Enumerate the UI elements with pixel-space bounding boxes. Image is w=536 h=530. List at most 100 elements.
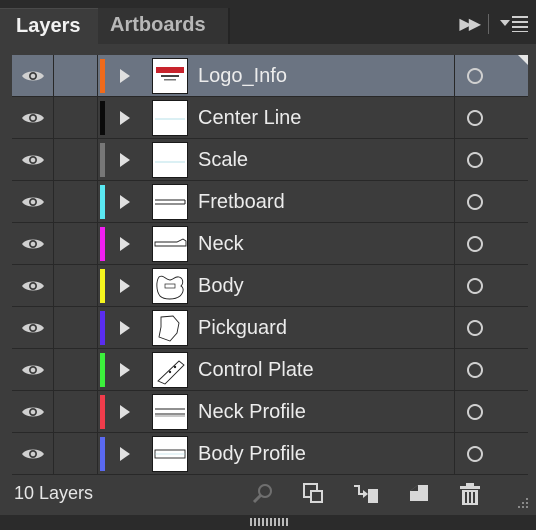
layer-color-swatch bbox=[100, 185, 105, 219]
visibility-toggle[interactable] bbox=[12, 55, 54, 96]
eye-icon[interactable] bbox=[21, 153, 45, 167]
tab-artboards[interactable]: Artboards bbox=[98, 8, 228, 44]
target-cell[interactable] bbox=[454, 433, 528, 474]
lock-toggle[interactable] bbox=[54, 349, 98, 390]
expand-triangle-icon[interactable] bbox=[120, 111, 130, 125]
divider bbox=[488, 14, 489, 34]
visibility-toggle[interactable] bbox=[12, 391, 54, 432]
expand-triangle-icon[interactable] bbox=[120, 321, 130, 335]
lock-toggle[interactable] bbox=[54, 265, 98, 306]
visibility-toggle[interactable] bbox=[12, 139, 54, 180]
target-circle-icon[interactable] bbox=[467, 194, 483, 210]
target-circle-icon[interactable] bbox=[467, 446, 483, 462]
lock-toggle[interactable] bbox=[54, 55, 98, 96]
target-circle-icon[interactable] bbox=[467, 68, 483, 84]
target-cell[interactable] bbox=[454, 265, 528, 306]
layer-row[interactable]: Neck Profile bbox=[12, 391, 528, 433]
layer-name[interactable]: Logo_Info bbox=[198, 55, 287, 97]
layer-row[interactable]: Control Plate bbox=[12, 349, 528, 391]
target-cell[interactable] bbox=[454, 139, 528, 180]
layer-row[interactable]: Scale bbox=[12, 139, 528, 181]
expand-triangle-icon[interactable] bbox=[120, 195, 130, 209]
new-layer-icon[interactable] bbox=[406, 481, 432, 507]
layer-color-swatch bbox=[100, 437, 105, 471]
layer-name[interactable]: Body bbox=[198, 265, 244, 307]
eye-icon[interactable] bbox=[21, 363, 45, 377]
eye-icon[interactable] bbox=[21, 111, 45, 125]
panel-resize-handle[interactable] bbox=[250, 518, 288, 526]
layer-row[interactable]: Body Profile bbox=[12, 433, 528, 475]
lock-toggle[interactable] bbox=[54, 223, 98, 264]
target-cell[interactable] bbox=[454, 307, 528, 348]
expand-triangle-icon[interactable] bbox=[120, 363, 130, 377]
layer-name[interactable]: Pickguard bbox=[198, 307, 287, 349]
expand-triangle-icon[interactable] bbox=[120, 447, 130, 461]
visibility-toggle[interactable] bbox=[12, 223, 54, 264]
target-cell[interactable] bbox=[454, 223, 528, 264]
expand-triangle-icon[interactable] bbox=[120, 153, 130, 167]
target-circle-icon[interactable] bbox=[467, 278, 483, 294]
visibility-toggle[interactable] bbox=[12, 307, 54, 348]
target-circle-icon[interactable] bbox=[467, 152, 483, 168]
target-circle-icon[interactable] bbox=[467, 236, 483, 252]
eye-icon[interactable] bbox=[21, 69, 45, 83]
target-circle-icon[interactable] bbox=[467, 320, 483, 336]
eye-icon[interactable] bbox=[21, 405, 45, 419]
eye-icon[interactable] bbox=[21, 237, 45, 251]
layer-row[interactable]: Logo_Info bbox=[12, 55, 528, 97]
target-circle-icon[interactable] bbox=[467, 362, 483, 378]
layer-thumbnail bbox=[152, 184, 188, 220]
layer-name[interactable]: Neck Profile bbox=[198, 391, 306, 433]
expand-triangle-icon[interactable] bbox=[120, 69, 130, 83]
layer-row[interactable]: Fretboard bbox=[12, 181, 528, 223]
layer-name[interactable]: Center Line bbox=[198, 97, 301, 139]
lock-toggle[interactable] bbox=[54, 139, 98, 180]
target-circle-icon[interactable] bbox=[467, 110, 483, 126]
visibility-toggle[interactable] bbox=[12, 181, 54, 222]
target-cell[interactable] bbox=[454, 349, 528, 390]
eye-icon[interactable] bbox=[21, 447, 45, 461]
lock-toggle[interactable] bbox=[54, 181, 98, 222]
layer-name[interactable]: Control Plate bbox=[198, 349, 314, 391]
lock-toggle[interactable] bbox=[54, 97, 98, 138]
double-chevron-right-icon[interactable]: ▶▶ bbox=[459, 14, 481, 34]
layer-name[interactable]: Fretboard bbox=[198, 181, 285, 223]
expand-triangle-icon[interactable] bbox=[120, 405, 130, 419]
layer-row[interactable]: Center Line bbox=[12, 97, 528, 139]
lock-toggle[interactable] bbox=[54, 433, 98, 474]
search-icon[interactable] bbox=[250, 481, 276, 507]
clipping-mask-icon[interactable] bbox=[301, 481, 327, 507]
sublayer-icon[interactable] bbox=[351, 481, 383, 507]
target-cell[interactable] bbox=[454, 181, 528, 222]
eye-icon[interactable] bbox=[21, 195, 45, 209]
target-cell[interactable] bbox=[454, 97, 528, 138]
target-circle-icon[interactable] bbox=[467, 404, 483, 420]
visibility-toggle[interactable] bbox=[12, 433, 54, 474]
layer-row[interactable]: Body bbox=[12, 265, 528, 307]
trash-icon[interactable] bbox=[457, 481, 483, 507]
expand-triangle-icon[interactable] bbox=[120, 237, 130, 251]
layer-thumbnail bbox=[152, 100, 188, 136]
eye-icon[interactable] bbox=[21, 321, 45, 335]
resize-grip-icon[interactable] bbox=[514, 497, 528, 509]
target-cell[interactable] bbox=[454, 391, 528, 432]
target-cell[interactable] bbox=[454, 55, 528, 96]
layer-row[interactable]: Pickguard bbox=[12, 307, 528, 349]
expand-triangle-icon[interactable] bbox=[120, 279, 130, 293]
layer-thumbnail bbox=[152, 58, 188, 94]
layer-row[interactable]: Neck bbox=[12, 223, 528, 265]
panel-menu-icon[interactable] bbox=[500, 16, 528, 32]
eye-icon[interactable] bbox=[21, 279, 45, 293]
layer-color-swatch bbox=[100, 101, 105, 135]
layer-name[interactable]: Scale bbox=[198, 139, 248, 181]
visibility-toggle[interactable] bbox=[12, 265, 54, 306]
tab-layers[interactable]: Layers bbox=[0, 8, 98, 44]
layer-name[interactable]: Neck bbox=[198, 223, 244, 265]
visibility-toggle[interactable] bbox=[12, 349, 54, 390]
lock-toggle[interactable] bbox=[54, 391, 98, 432]
layer-list: Logo_Info Center Line Scale Fretboard Neck Bo… bbox=[12, 55, 528, 475]
visibility-toggle[interactable] bbox=[12, 97, 54, 138]
lock-toggle[interactable] bbox=[54, 307, 98, 348]
layer-name[interactable]: Body Profile bbox=[198, 433, 306, 475]
panel-tab-bar: Layers Artboards ▶▶ bbox=[0, 0, 536, 44]
